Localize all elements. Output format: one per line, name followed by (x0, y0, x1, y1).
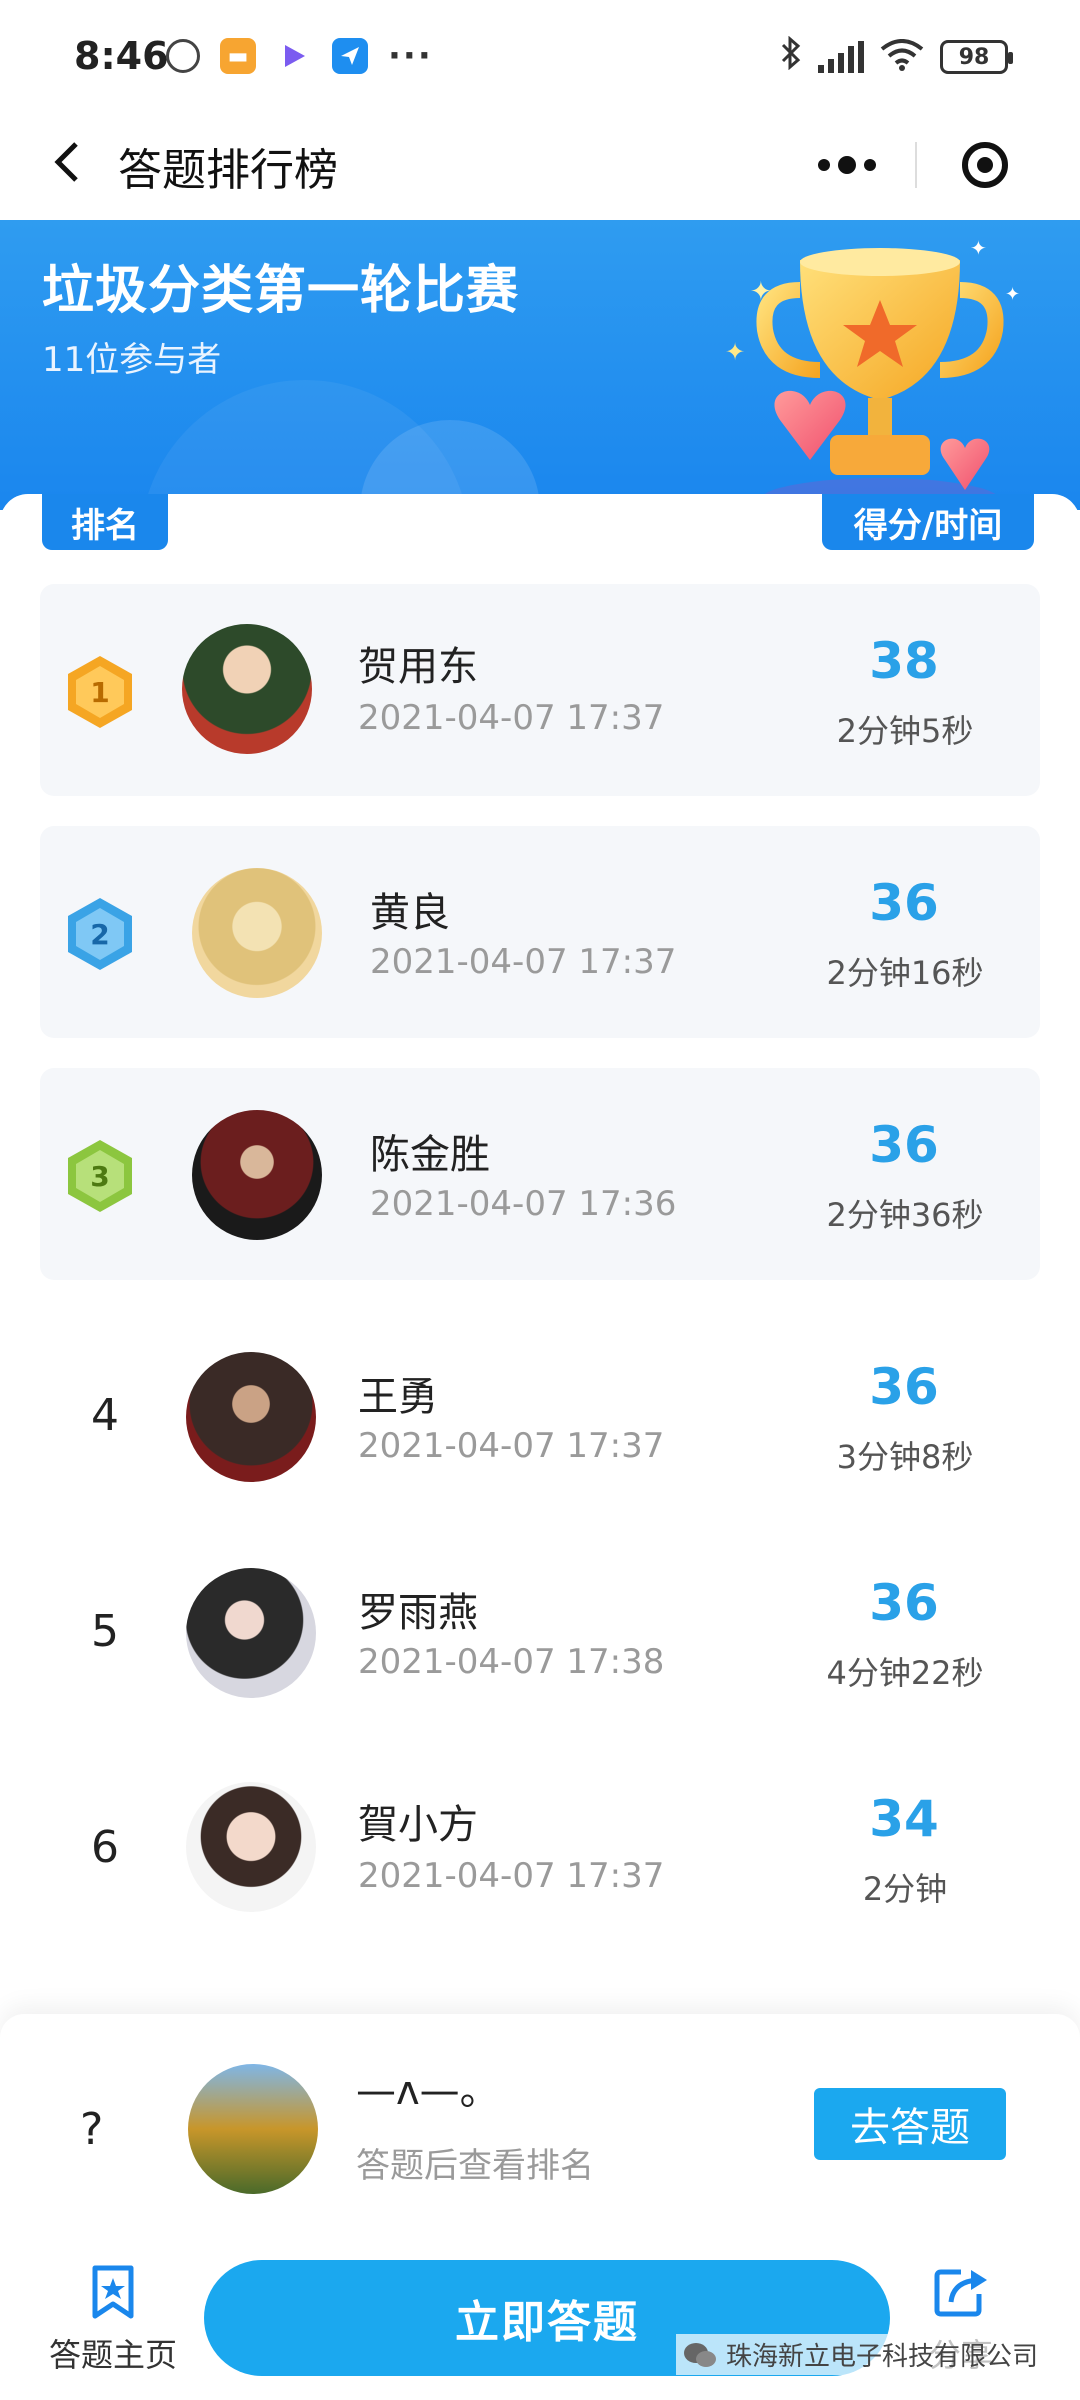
score-value: 36 (869, 874, 939, 932)
svg-text:2: 2 (90, 918, 109, 951)
user-name: 罗雨燕 (358, 1590, 478, 1636)
back-icon[interactable] (40, 132, 100, 192)
rank-number: 4 (91, 1390, 119, 1441)
leaderboard-row: 5 罗雨燕 2021-04-07 17:38 36 4分钟22秒 (40, 1526, 1040, 1738)
status-time: 8:46 (74, 34, 169, 78)
avatar (186, 1782, 316, 1912)
user-name: 賀小方 (358, 1802, 478, 1848)
leaderboard-row: 1 贺用东 2021-04-07 17:37 38 2分钟5秒 (40, 584, 1040, 796)
tab-quiz-home-label: 答题主页 (48, 2336, 177, 2374)
nav-bar: 答题排行榜 (0, 110, 1080, 220)
more-notifications-icon: ··· (388, 36, 433, 76)
alarm-icon (166, 39, 200, 73)
go-answer-button[interactable]: 去答题 (814, 2088, 1006, 2160)
score-value: 36 (869, 1116, 939, 1174)
score-time-column-header: 得分/时间 (822, 494, 1034, 550)
svg-text:✦: ✦ (970, 236, 987, 260)
status-right-icons: 98 (780, 35, 1013, 78)
user-name: 黄良 (370, 890, 450, 936)
duration-value: 2分钟36秒 (826, 1196, 984, 1234)
avatar (186, 1568, 316, 1698)
bronze-medal-icon: 3 (68, 1140, 132, 1212)
more-menu-button[interactable] (778, 120, 915, 210)
my-name: —ᴧ—。 (356, 2068, 500, 2114)
score-value: 36 (869, 1358, 939, 1416)
avatar (192, 868, 322, 998)
trophy-icon: ✦ ✦ ✦ ✦ (725, 236, 1020, 510)
leaderboard-row: 3 陈金胜 2021-04-07 17:36 36 2分钟36秒 (40, 1068, 1040, 1280)
answer-time: 2021-04-07 17:37 (358, 1426, 665, 1466)
svg-text:✦: ✦ (725, 338, 745, 366)
share-icon (934, 2269, 987, 2317)
duration-value: 3分钟8秒 (836, 1438, 974, 1476)
user-name: 陈金胜 (370, 1132, 490, 1178)
score-value: 36 (869, 1574, 939, 1632)
contest-banner: 垃圾分类第一轮比赛 11位参与者 ✦ ✦ ✦ ✦ (0, 220, 1080, 510)
status-bar: 8:46 ▬ ··· 98 (0, 0, 1080, 110)
send-icon (332, 38, 368, 74)
bluetooth-icon (780, 35, 802, 78)
duration-value: 4分钟22秒 (826, 1654, 984, 1692)
my-avatar (188, 2064, 318, 2194)
mini-program-capsule (778, 120, 1054, 210)
wifi-icon (880, 39, 924, 75)
user-name: 贺用东 (358, 644, 478, 690)
tab-quiz-home[interactable]: 答题主页 (48, 2262, 178, 2376)
rank-number: 6 (91, 1822, 119, 1873)
battery-icon: 98 (940, 40, 1013, 74)
duration-value: 2分钟16秒 (826, 954, 984, 992)
page-title: 答题排行榜 (118, 145, 338, 196)
answer-time: 2021-04-07 17:37 (358, 698, 665, 738)
avatar (192, 1110, 322, 1240)
leaderboard-row: 2 黄良 2021-04-07 17:37 36 2分钟16秒 (40, 826, 1040, 1038)
rank-number: 5 (91, 1606, 119, 1657)
rank-hint: 答题后查看排名 (356, 2146, 594, 2186)
leaderboard-row: 6 賀小方 2021-04-07 17:37 34 2分钟 (40, 1742, 1040, 1954)
rank-column-header: 排名 (42, 494, 168, 550)
watermark: 珠海新立电子科技有限公司 (676, 2334, 1045, 2375)
participant-count: 11位参与者 (42, 340, 222, 380)
silver-medal-icon: 2 (68, 898, 132, 970)
duration-value: 2分钟 (862, 1870, 948, 1908)
leaderboard-page: 8:46 ▬ ··· 98 答题排行榜 垃圾分类第一轮比赛 11位参与者 ✦ ✦… (0, 0, 1080, 2400)
svg-text:3: 3 (90, 1160, 109, 1193)
user-name: 王勇 (358, 1374, 438, 1420)
watermark-text: 珠海新立电子科技有限公司 (726, 2342, 1039, 2372)
answer-time: 2021-04-07 17:36 (370, 1184, 677, 1224)
play-icon (276, 38, 312, 74)
target-icon (962, 142, 1009, 188)
answer-time: 2021-04-07 17:37 (370, 942, 677, 982)
avatar (186, 1352, 316, 1482)
close-mini-program-button[interactable] (917, 120, 1054, 210)
svg-text:✦: ✦ (750, 277, 772, 307)
avatar (182, 624, 312, 754)
duration-value: 2分钟5秒 (836, 712, 974, 750)
svg-text:1: 1 (90, 676, 109, 709)
bookmark-star-icon (92, 2265, 134, 2319)
answer-time: 2021-04-07 17:37 (358, 1856, 665, 1896)
answer-time: 2021-04-07 17:38 (358, 1642, 665, 1682)
score-value: 34 (869, 1790, 939, 1848)
signal-icon (818, 41, 864, 73)
svg-text:✦: ✦ (1005, 284, 1020, 305)
leaderboard-row: 4 王勇 2021-04-07 17:37 36 3分钟8秒 (40, 1310, 1040, 1522)
my-rank-number: ? (80, 2104, 104, 2155)
score-value: 38 (869, 632, 939, 690)
app-notification-icon: ▬ (220, 38, 256, 74)
contest-title: 垃圾分类第一轮比赛 (42, 261, 520, 321)
wechat-icon (684, 2342, 716, 2367)
status-left-icons: ▬ ··· (166, 38, 433, 74)
gold-medal-icon: 1 (68, 656, 132, 728)
